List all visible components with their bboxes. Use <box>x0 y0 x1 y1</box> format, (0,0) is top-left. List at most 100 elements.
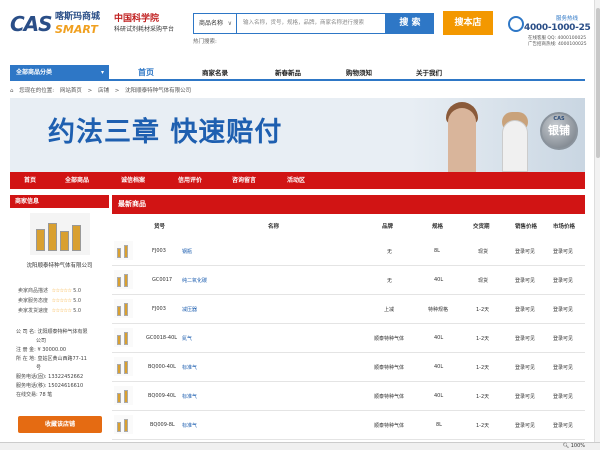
nav-item-guide[interactable]: 购物须知 <box>346 65 372 81</box>
rating-service: 卖家服务态度 ☆☆☆☆☆ 5.0 <box>18 297 81 304</box>
info-phone-mobile: 服务电话(移): 15024616610 <box>16 383 84 389</box>
site-header: CAS 喀斯玛商城 SMART 中国科学院 科研试剂耗材采购平台 商品名称 ∨ … <box>0 0 600 60</box>
breadcrumb-store[interactable]: 店铺 <box>98 88 109 94</box>
nav-item-about[interactable]: 关于我们 <box>416 65 442 81</box>
org-info: 中国科学院 科研试剂耗材采购平台 <box>114 14 174 35</box>
cell-market-price: 登录可见 <box>553 394 574 400</box>
scientist-1 <box>448 108 476 172</box>
org-subtitle: 科研试剂耗材采购平台 <box>114 26 175 33</box>
bottle <box>117 277 121 287</box>
search-button[interactable]: 搜 索 <box>386 13 434 34</box>
cell-name[interactable]: 标准气 <box>182 393 197 400</box>
tab-credit-file[interactable]: 诚信档案 <box>121 172 145 189</box>
col-delivery: 交货期 <box>473 224 490 230</box>
col-price: 销售价格 <box>515 224 538 230</box>
zoom-value: 100% <box>570 443 585 449</box>
col-brand: 品牌 <box>382 224 394 230</box>
cell-name[interactable]: 标准气 <box>182 364 197 371</box>
product-thumbnail[interactable] <box>114 241 133 260</box>
cell-spec: 40L <box>434 393 444 399</box>
cell-code: BQ000-40L <box>148 364 176 370</box>
product-thumbnail[interactable] <box>114 299 133 318</box>
tab-all-products[interactable]: 全部商品 <box>65 172 89 189</box>
logo-cas-text: CAS <box>10 12 53 36</box>
main-nav: 全部商品分类 ▾ 首页 商家名录 新春新品 购物须知 关于我们 <box>10 65 585 81</box>
cell-name[interactable]: 标准气 <box>182 422 197 429</box>
cell-code: FJ003 <box>152 248 166 254</box>
company-name[interactable]: 沈阳顺泰特种气体有限公司 <box>10 261 109 269</box>
bottle <box>124 332 128 345</box>
search-store-button[interactable]: 搜本店 <box>443 11 493 35</box>
product-thumbnail[interactable] <box>114 415 133 434</box>
product-thumbnail[interactable] <box>114 328 133 347</box>
org-title: 中国科学院 <box>114 14 160 24</box>
logo[interactable]: CAS 喀斯玛商城 SMART <box>10 12 110 36</box>
home-icon: ⌂ <box>10 88 14 94</box>
tab-credit-review[interactable]: 信用评价 <box>178 172 202 189</box>
zoom-level[interactable]: 🔍︎ 100% <box>563 443 585 450</box>
store-banner: 约法三章 快速赔付 CAS 银铺 <box>10 98 585 172</box>
col-name: 名称 <box>268 224 280 230</box>
nav-item-merchants[interactable]: 商家名录 <box>202 65 228 81</box>
nav-item-home[interactable]: 首页 <box>138 65 154 81</box>
product-table-header: 货号 名称 品牌 规格 交货期 销售价格 市场价格 <box>112 222 585 232</box>
hotline-number: 4000-1000-25 <box>524 23 591 33</box>
tab-activity[interactable]: 活动区 <box>287 172 305 189</box>
cell-name[interactable]: 钢瓶 <box>182 248 192 255</box>
logo-cn-text: 喀斯玛商城 <box>55 12 101 22</box>
cell-spec: 40L <box>434 364 444 370</box>
browser-status-bar: 🔍︎ 100% <box>0 442 600 450</box>
cell-spec: 8L <box>434 248 440 254</box>
cell-delivery: 现货 <box>478 249 489 255</box>
cell-brand: 无 <box>387 278 393 284</box>
nav-item-new[interactable]: 新春新品 <box>275 65 301 81</box>
cell-price: 登录可见 <box>515 336 536 342</box>
product-thumbnail[interactable] <box>114 357 133 376</box>
bottle <box>60 231 69 251</box>
product-thumbnail[interactable] <box>114 270 133 289</box>
search-input[interactable]: 输入名称，货号，规格，品牌，商家名称进行搜索 <box>236 13 386 34</box>
bottle <box>72 225 81 251</box>
tab-home[interactable]: 首页 <box>24 172 36 189</box>
table-row[interactable]: GC0018-40L 氮气 顺泰特种气体 40L 1-2天 登录可见 登录可见 <box>112 324 585 353</box>
cell-delivery: 1-2天 <box>476 423 490 429</box>
rating-score: 5.0 <box>73 298 82 304</box>
table-row[interactable]: GC0017 纯二氧化碳 无 40L 现货 登录可见 登录可见 <box>112 266 585 295</box>
cell-spec: 8L <box>436 422 442 428</box>
info-company-cont: 公司 <box>16 338 47 344</box>
cell-code: BQ009-40L <box>148 393 176 399</box>
hot-search-label: 热门搜索: <box>193 39 217 45</box>
table-row[interactable]: FJ003 钢瓶 无 8L 现货 登录可见 登录可见 <box>112 237 585 266</box>
rating-score: 5.0 <box>73 288 82 294</box>
search-type-select[interactable]: 商品名称 ∨ <box>193 13 237 34</box>
breadcrumb-home[interactable]: 网站首页 <box>60 88 82 94</box>
table-row[interactable]: BQ000-40L 标准气 顺泰特种气体 40L 1-2天 登录可见 登录可见 <box>112 353 585 382</box>
info-company: 公 司 名: 沈阳顺泰特种气体有限 <box>16 329 88 335</box>
cell-name[interactable]: 减压器 <box>182 306 197 313</box>
category-menu-button[interactable]: 全部商品分类 ▾ <box>10 65 109 81</box>
cell-brand: 顺泰特种气体 <box>374 423 405 429</box>
info-location-cont: 号 <box>16 365 42 371</box>
col-spec: 规格 <box>432 224 444 230</box>
silver-store-badge: CAS 银铺 <box>540 112 578 150</box>
favorite-store-button[interactable]: 收藏该店铺 <box>18 416 102 433</box>
vertical-scrollbar[interactable] <box>594 0 600 442</box>
rating-label: 卖家商品描述 <box>18 288 49 294</box>
bottle <box>36 229 45 251</box>
product-thumbnail[interactable] <box>114 386 133 405</box>
table-row[interactable]: FJ003 减压器 上减 特种规格 1-2天 登录可见 登录可见 <box>112 295 585 324</box>
cell-name[interactable]: 氮气 <box>182 335 192 342</box>
cell-spec: 特种规格 <box>428 307 449 313</box>
bottle <box>48 223 57 251</box>
bottle <box>124 274 128 287</box>
search-bar: 商品名称 ∨ 输入名称，货号，规格，品牌，商家名称进行搜索 搜 索 搜本店 <box>193 11 493 35</box>
cell-market-price: 登录可见 <box>553 307 574 313</box>
bottle <box>117 248 121 258</box>
tab-consult[interactable]: 咨询留言 <box>232 172 256 189</box>
rating-description: 卖家商品描述 ☆☆☆☆☆ 5.0 <box>18 287 81 294</box>
table-row[interactable]: BQ009-40L 标准气 顺泰特种气体 40L 1-2天 登录可见 登录可见 <box>112 382 585 411</box>
cell-name[interactable]: 纯二氧化碳 <box>182 277 207 284</box>
hotline-qq-2: 广告招商热线: 4000100025 <box>528 41 587 47</box>
scrollbar-thumb[interactable] <box>596 8 600 158</box>
table-row[interactable]: BQ009-8L 标准气 顺泰特种气体 8L 1-2天 登录可见 登录可见 <box>112 411 585 440</box>
